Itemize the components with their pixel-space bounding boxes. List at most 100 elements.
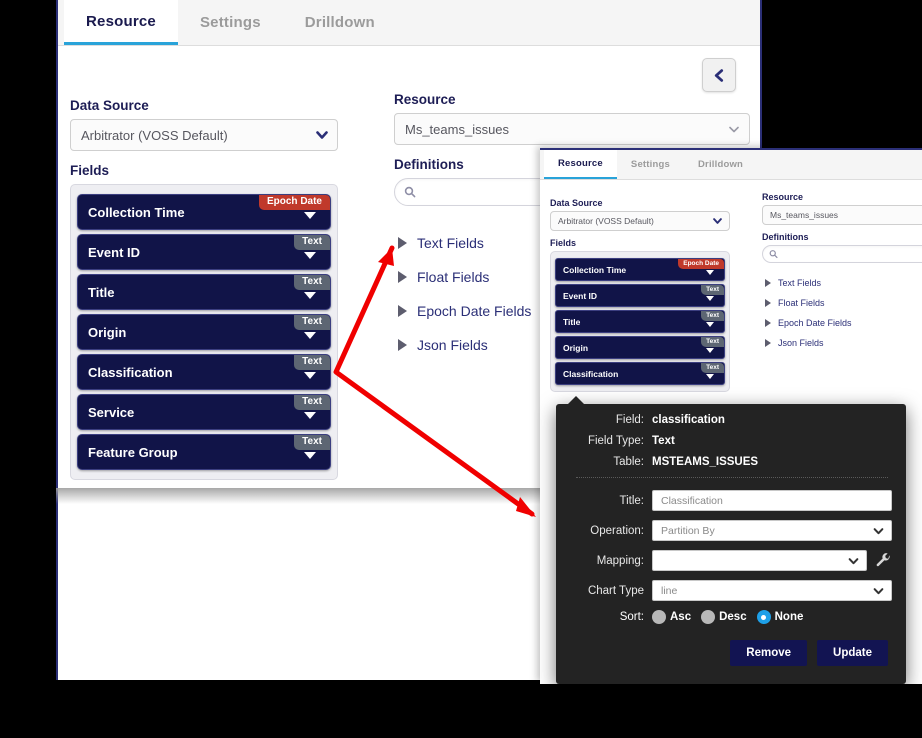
field-type-badge: Epoch Date: [259, 195, 330, 210]
field-chip-title[interactable]: Title Text: [77, 274, 331, 310]
resource-value: Ms_teams_issues: [405, 122, 509, 137]
modal-divider: [576, 477, 888, 478]
field-type-label: Field Type:: [564, 435, 652, 447]
field-type-badge: Text: [294, 275, 330, 290]
triangle-right-icon[interactable]: [398, 237, 407, 249]
title-input[interactable]: Classification: [652, 490, 892, 511]
field-chip-label: Collection Time: [563, 265, 626, 275]
field-chip-feature-group[interactable]: Feature Group Text: [77, 434, 331, 470]
tree-item-label: Epoch Date Fields: [778, 318, 852, 328]
modal-row-operation: Operation: Partition By: [564, 520, 892, 541]
remove-button[interactable]: Remove: [730, 640, 807, 666]
inset-resource-select[interactable]: Ms_teams_issues: [762, 205, 922, 225]
sort-label: Sort:: [564, 611, 652, 623]
operation-select[interactable]: Partition By: [652, 520, 892, 541]
tab-drilldown[interactable]: Drilldown: [283, 0, 397, 45]
inset-tab-settings[interactable]: Settings: [617, 150, 684, 179]
inset-tree-item-json-fields[interactable]: Json Fields: [762, 333, 922, 353]
triangle-right-icon[interactable]: [398, 339, 407, 351]
popover-pointer-icon: [568, 396, 584, 404]
wrench-icon[interactable]: [875, 552, 892, 569]
fields-list: Collection Time Epoch Date Event ID Text…: [70, 184, 338, 480]
field-type-badge: Text: [294, 395, 330, 410]
modal-row-sort: Sort: Asc Desc None: [564, 610, 892, 624]
inset-field-chip-collection-time[interactable]: Collection Time Epoch Date: [555, 258, 725, 281]
triangle-right-icon[interactable]: [398, 271, 407, 283]
field-chip-label: Event ID: [88, 245, 140, 260]
inset-tab-resource[interactable]: Resource: [544, 150, 617, 179]
inset-data-source-select[interactable]: Arbitrator (VOSS Default): [550, 211, 730, 231]
chevron-down-icon[interactable]: [706, 296, 714, 301]
field-chip-label: Collection Time: [88, 205, 185, 220]
inset-tree-item-epoch-date-fields[interactable]: Epoch Date Fields: [762, 313, 922, 333]
mapping-select[interactable]: [652, 550, 867, 571]
chevron-down-icon[interactable]: [304, 412, 316, 419]
modal-row-field: Field: classification: [564, 414, 892, 426]
sort-radio-desc[interactable]: [701, 610, 715, 624]
sort-radio-asc[interactable]: [652, 610, 666, 624]
chevron-down-icon[interactable]: [304, 292, 316, 299]
inset-tree-item-text-fields[interactable]: Text Fields: [762, 273, 922, 293]
triangle-right-icon[interactable]: [765, 319, 771, 327]
inset-resource-value: Ms_teams_issues: [770, 210, 838, 220]
modal-row-title: Title: Classification: [564, 490, 892, 511]
field-type-badge: Epoch Date: [678, 259, 724, 269]
inset-field-chip-classification[interactable]: Classification Text: [555, 362, 725, 385]
left-column: Data Source Arbitrator (VOSS Default) Fi…: [70, 98, 338, 480]
modal-row-table: Table: MSTEAMS_ISSUES: [564, 456, 892, 468]
inset-field-chip-title[interactable]: Title Text: [555, 310, 725, 333]
chevron-down-icon[interactable]: [706, 270, 714, 275]
field-value: classification: [652, 414, 725, 426]
table-value: MSTEAMS_ISSUES: [652, 456, 758, 468]
triangle-right-icon[interactable]: [765, 339, 771, 347]
chevron-down-icon[interactable]: [304, 372, 316, 379]
chevron-down-icon[interactable]: [304, 252, 316, 259]
modal-button-row: Remove Update: [564, 640, 892, 666]
inset-definitions-search-input[interactable]: [762, 245, 922, 263]
chevron-down-icon[interactable]: [304, 332, 316, 339]
field-chip-label: Classification: [88, 365, 173, 380]
search-icon: [404, 186, 416, 198]
field-type-badge: Text: [701, 285, 724, 295]
sort-radio-none-label: None: [775, 611, 804, 623]
triangle-right-icon[interactable]: [765, 299, 771, 307]
tab-resource[interactable]: Resource: [64, 0, 178, 45]
triangle-right-icon[interactable]: [765, 279, 771, 287]
field-chip-label: Origin: [563, 343, 588, 353]
title-label: Title:: [564, 495, 652, 507]
inset-left-column: Data Source Arbitrator (VOSS Default) Fi…: [550, 198, 730, 392]
field-type-badge: Text: [294, 235, 330, 250]
field-chip-event-id[interactable]: Event ID Text: [77, 234, 331, 270]
chevron-down-icon[interactable]: [706, 348, 714, 353]
inset-field-chip-event-id[interactable]: Event ID Text: [555, 284, 725, 307]
tab-settings[interactable]: Settings: [178, 0, 283, 45]
inset-definitions-tree: Text Fields Float Fields Epoch Date Fiel…: [762, 273, 922, 353]
screenshot-stage: Resource Settings Drilldown Data Source …: [0, 0, 922, 738]
triangle-right-icon[interactable]: [398, 305, 407, 317]
inset-fields-label: Fields: [550, 238, 730, 248]
sort-radio-none[interactable]: [757, 610, 771, 624]
mapping-label: Mapping:: [564, 555, 652, 567]
chevron-down-icon[interactable]: [304, 452, 316, 459]
inset-tree-item-float-fields[interactable]: Float Fields: [762, 293, 922, 313]
field-chip-collection-time[interactable]: Collection Time Epoch Date: [77, 194, 331, 230]
chart-type-select[interactable]: line: [652, 580, 892, 601]
update-button[interactable]: Update: [817, 640, 888, 666]
collapse-panel-button[interactable]: [702, 58, 736, 92]
modal-row-mapping: Mapping:: [564, 550, 892, 571]
chevron-down-icon[interactable]: [304, 212, 316, 219]
inset-definitions-label: Definitions: [762, 232, 922, 242]
resource-select[interactable]: Ms_teams_issues: [394, 113, 750, 145]
field-type-badge: Text: [701, 337, 724, 347]
chevron-down-icon[interactable]: [706, 322, 714, 327]
field-chip-classification[interactable]: Classification Text: [77, 354, 331, 390]
inset-tab-drilldown[interactable]: Drilldown: [684, 150, 757, 179]
chevron-down-icon[interactable]: [706, 374, 714, 379]
inset-field-chip-origin[interactable]: Origin Text: [555, 336, 725, 359]
fields-label: Fields: [70, 163, 338, 178]
data-source-select[interactable]: Arbitrator (VOSS Default): [70, 119, 338, 151]
field-chip-origin[interactable]: Origin Text: [77, 314, 331, 350]
field-chip-service[interactable]: Service Text: [77, 394, 331, 430]
chevron-down-icon: [713, 217, 722, 226]
sort-radio-desc-label: Desc: [719, 611, 747, 623]
